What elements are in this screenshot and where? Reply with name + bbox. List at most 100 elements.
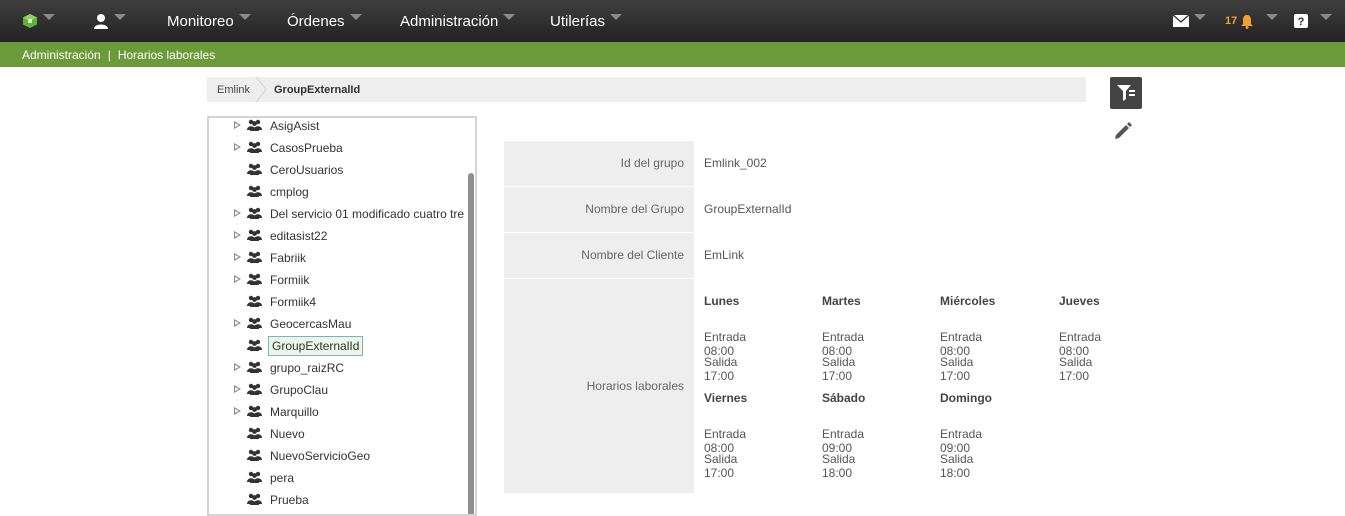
pencil-icon[interactable] (1113, 120, 1133, 140)
tree-item[interactable]: Fabriik (209, 248, 469, 268)
tree-item[interactable]: pera (209, 468, 469, 488)
breadcrumb-page: Horarios laborales (117, 47, 216, 62)
menu-ordenes[interactable]: Órdenes (287, 0, 362, 42)
tree-item[interactable]: editasist22 (209, 226, 469, 246)
tree-item-label: cmplog (270, 185, 309, 199)
entry-time: Entrada 08:00 (704, 427, 747, 455)
entry-time: Entrada 09:00 (940, 427, 983, 455)
tree-item[interactable]: AsigAsist (209, 118, 469, 136)
tree-item[interactable]: CeroUsuarios (209, 160, 469, 180)
day-name: Martes (822, 294, 861, 308)
group-icon (247, 295, 262, 307)
entry-time: Entrada 08:00 (1059, 330, 1102, 358)
tree-item[interactable]: Nuevo (209, 424, 469, 444)
cube-logo-icon (23, 14, 37, 28)
path-current: GroupExternalId (274, 84, 361, 96)
group-tree[interactable]: Prueba pera NuevoServicioGeo Nuevo Marquillo… (207, 116, 477, 516)
menu-utilerias[interactable]: Utilerías (550, 0, 623, 42)
expand-toggle-icon[interactable] (234, 121, 241, 129)
group-id-label: Id del grupo (504, 141, 694, 186)
client-name-value: EmLink (704, 248, 745, 262)
breadcrumb-section-link[interactable]: Administración (22, 48, 101, 62)
help-menu[interactable]: ? (1294, 0, 1332, 42)
exit-time: Salida 17:00 (704, 452, 738, 480)
entry-time: Entrada 08:00 (704, 330, 747, 358)
tree-item[interactable]: Del servicio 01 modificado cuatro tre (209, 204, 469, 224)
tree-item-label: GrupoClau (270, 383, 329, 397)
group-icon (247, 383, 262, 395)
chevron-down-icon (1320, 14, 1332, 20)
expand-toggle-icon[interactable] (234, 253, 241, 261)
tree-item-label: GroupExternalId (268, 336, 364, 356)
expand-toggle-icon[interactable] (234, 385, 241, 393)
expand-toggle-icon[interactable] (234, 143, 241, 151)
tree-item[interactable]: CasosPrueba (209, 138, 469, 158)
group-icon (247, 339, 262, 351)
filter-icon (1117, 85, 1135, 101)
tree-item[interactable]: cmplog (209, 182, 469, 202)
entry-time: Entrada 08:00 (940, 330, 983, 358)
mail-menu[interactable] (1173, 0, 1206, 42)
tree-item[interactable]: GeocercasMau (209, 314, 469, 334)
tree-item[interactable]: NuevoServicioGeo (209, 446, 469, 466)
chevron-down-icon (114, 14, 126, 20)
group-icon (247, 229, 262, 241)
breadcrumb-separator: | (107, 47, 111, 62)
tree-item-label: Nuevo (270, 427, 305, 441)
client-name-label: Nombre del Cliente (504, 233, 694, 278)
tree-item[interactable]: Formiik (209, 270, 469, 290)
tree-item[interactable]: Marquillo (209, 402, 469, 422)
tree-item-label: Formiik (270, 273, 310, 287)
help-icon: ? (1294, 14, 1308, 28)
user-menu[interactable] (93, 0, 126, 42)
exit-time: Salida 17:00 (1059, 355, 1093, 383)
section-breadcrumb: Administración | Horarios laborales (0, 42, 1345, 67)
expand-toggle-icon[interactable] (234, 319, 241, 327)
tree-item-label: Marquillo (270, 405, 319, 419)
tree-item[interactable]: Formiik4 (209, 292, 469, 312)
tree-item-label: editasist22 (270, 229, 328, 243)
group-icon (247, 361, 262, 373)
exit-time: Salida 17:00 (822, 355, 856, 383)
mail-icon (1173, 15, 1189, 27)
group-path-breadcrumb: Emlink GroupExternalId (207, 77, 1086, 102)
expand-toggle-icon[interactable] (234, 231, 241, 239)
exit-time: Salida 17:00 (940, 355, 974, 383)
menu-monitoreo[interactable]: Monitoreo (167, 0, 251, 42)
group-icon (247, 493, 262, 505)
menu-administracion[interactable]: Administración (400, 0, 516, 42)
schedule-label: Horarios laborales (504, 279, 694, 493)
chevron-down-icon (238, 14, 251, 20)
bell-icon (1241, 14, 1254, 29)
tree-item-label: pera (270, 471, 295, 485)
logo-menu[interactable] (22, 0, 55, 42)
expand-toggle-icon[interactable] (234, 209, 241, 217)
tree-item[interactable]: Prueba (209, 490, 469, 510)
menu-label: Monitoreo (167, 12, 234, 30)
tree-item-label: AsigAsist (270, 119, 320, 133)
group-icon (247, 449, 262, 461)
tree-item-label: Fabriik (270, 251, 307, 265)
group-icon (247, 427, 262, 439)
tree-item-label: grupo_raizRC (270, 361, 345, 375)
path-root-link[interactable]: Emlink (217, 84, 250, 96)
tree-item[interactable]: GrupoClau (209, 380, 469, 400)
day-name: Miércoles (940, 294, 996, 308)
expand-toggle-icon[interactable] (234, 363, 241, 371)
tree-item[interactable]: grupo_raizRC (209, 358, 469, 378)
group-icon (247, 119, 262, 131)
exit-time: Salida 17:00 (704, 355, 738, 383)
notifications-menu[interactable]: 17 (1225, 0, 1279, 42)
filter-button[interactable] (1110, 77, 1142, 109)
user-icon (94, 14, 108, 29)
expand-toggle-icon[interactable] (234, 407, 241, 415)
expand-toggle-icon[interactable] (234, 275, 241, 283)
tree-item-label: GeocercasMau (270, 317, 352, 331)
tree-scrollbar[interactable] (468, 173, 474, 514)
tree-item[interactable]: GroupExternalId (209, 336, 469, 356)
day-name: Sábado (822, 391, 866, 405)
day-name: Lunes (704, 294, 740, 308)
day-name: Viernes (704, 391, 748, 405)
tree-item-label: Formiik4 (270, 295, 317, 309)
menu-label: Órdenes (287, 12, 345, 30)
